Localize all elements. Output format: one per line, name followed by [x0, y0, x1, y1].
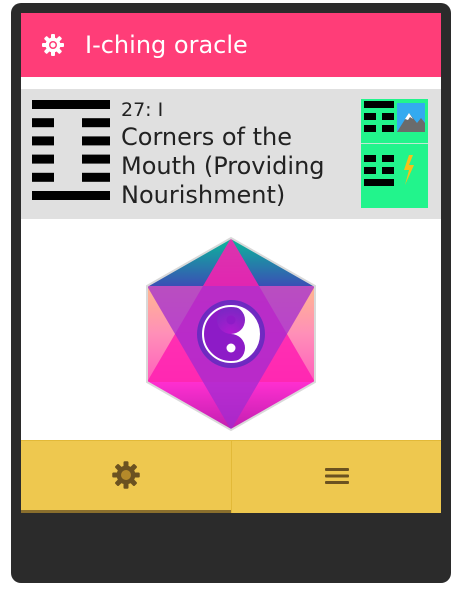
- selected-tab-indicator: [21, 510, 231, 513]
- sun-gear-icon: [112, 461, 140, 489]
- hexagram-line-solid: [32, 191, 110, 200]
- mountain-icon: [397, 103, 425, 132]
- hexagram-line-broken: [82, 118, 110, 128]
- lightning-icon: [404, 155, 414, 185]
- hexagram-name: Corners of the Mouth (Providing Nourishm…: [121, 123, 325, 209]
- oracle-area: [21, 219, 441, 439]
- device-frame: I-ching oracle 27: I Corners of the Mout…: [11, 3, 451, 583]
- hexagram-line-broken: [82, 154, 110, 164]
- hexagram-number: 27: I: [121, 99, 164, 121]
- menu-icon: [325, 468, 349, 484]
- app-title: I-ching oracle: [85, 31, 248, 59]
- tab-oracle[interactable]: [21, 441, 232, 513]
- lower-trigram: [364, 155, 414, 186]
- hexagram-line-broken: [32, 118, 54, 128]
- yin-yang-icon: [197, 300, 265, 368]
- upper-trigram: [361, 101, 428, 144]
- hexagram-line-broken: [32, 136, 54, 146]
- tab-menu[interactable]: [232, 441, 441, 513]
- trigram-card[interactable]: [361, 99, 428, 208]
- hexagram-card[interactable]: 27: I Corners of the Mouth (Providing No…: [21, 89, 441, 219]
- hexagram-line-broken: [82, 172, 110, 182]
- hexagram-line-solid: [32, 100, 110, 109]
- oracle-emblem[interactable]: [145, 236, 317, 432]
- hexagram-line-broken: [82, 136, 110, 146]
- app-bar: I-ching oracle: [21, 13, 441, 77]
- bottom-nav: [21, 440, 441, 513]
- hexagram-line-broken: [32, 154, 54, 164]
- app-screen: I-ching oracle 27: I Corners of the Mout…: [21, 13, 441, 513]
- hexagram-lines: [32, 100, 110, 200]
- hexagram-line-broken: [32, 172, 54, 182]
- sun-gear-icon[interactable]: [41, 33, 65, 57]
